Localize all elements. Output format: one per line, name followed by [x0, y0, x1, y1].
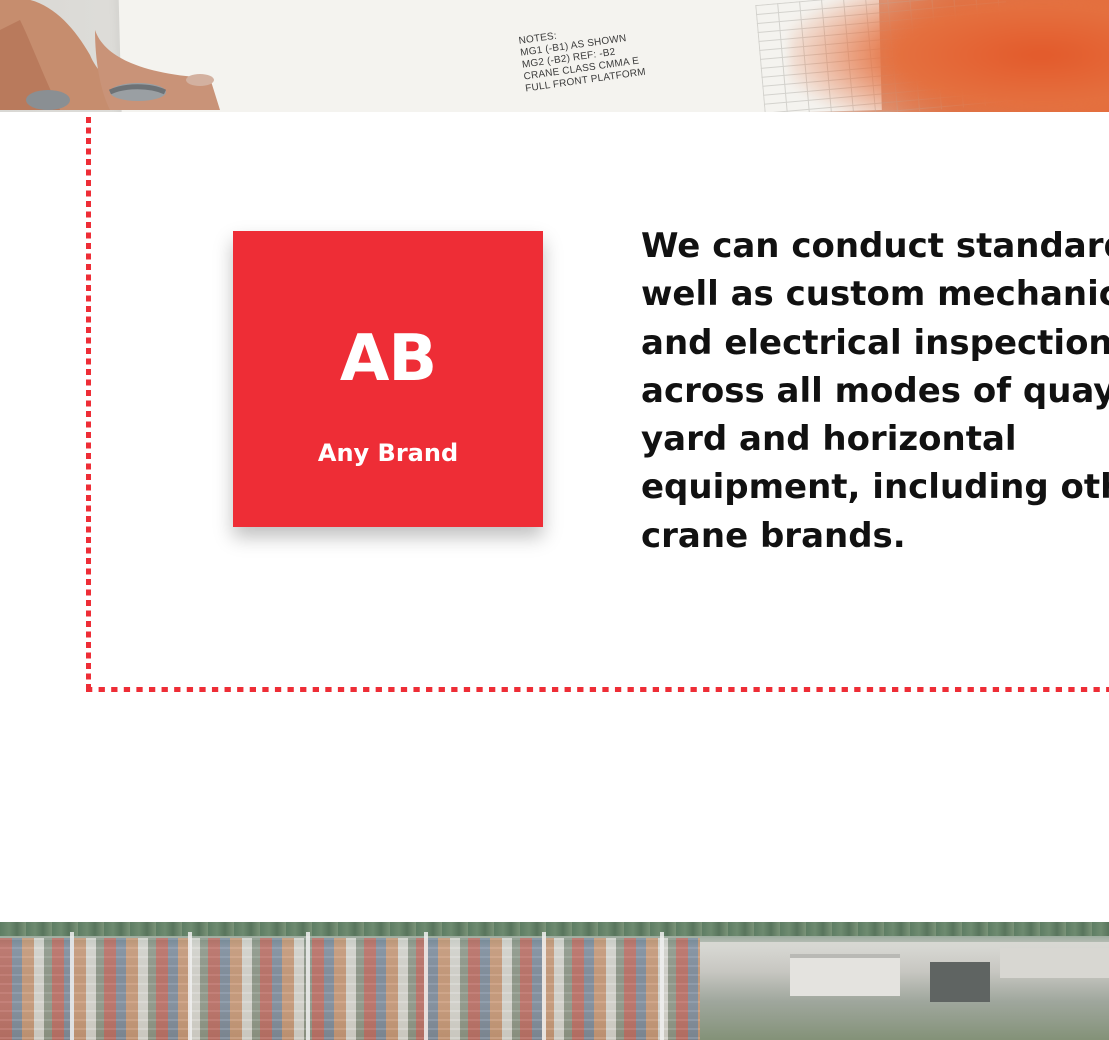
- description-line: and electrical inspections: [641, 322, 1109, 363]
- description-line: across all modes of quay,: [641, 370, 1109, 411]
- description-line: crane brands.: [641, 515, 906, 556]
- dotted-border-left: [86, 117, 91, 692]
- warehouse-building: [790, 954, 900, 996]
- description-line: We can conduct standard as: [641, 226, 1109, 266]
- description-line: well as custom mechanical: [641, 274, 1109, 315]
- inspection-description: We can conduct standard as well as custo…: [641, 222, 1109, 560]
- page: NOTES: MG1 (-B1) AS SHOWN MG2 (-B2) REF:…: [0, 0, 1109, 1040]
- blueprint-photo: NOTES: MG1 (-B1) AS SHOWN MG2 (-B2) REF:…: [0, 0, 1109, 112]
- orange-sleeve: [789, 0, 1109, 112]
- any-brand-card: AB Any Brand: [233, 231, 543, 527]
- description-line: yard and horizontal: [641, 419, 1017, 460]
- warehouse-building: [1000, 948, 1109, 978]
- brand-name: Any Brand: [317, 439, 459, 467]
- brand-abbreviation: AB: [339, 322, 437, 396]
- container-port-photo: [0, 922, 1109, 1040]
- dotted-border-bottom: [86, 687, 1109, 692]
- gantry-cranes: [0, 932, 720, 1040]
- warehouse-building: [930, 962, 990, 1002]
- description-line: equipment, including other: [641, 467, 1109, 508]
- hand-image: [0, 0, 220, 110]
